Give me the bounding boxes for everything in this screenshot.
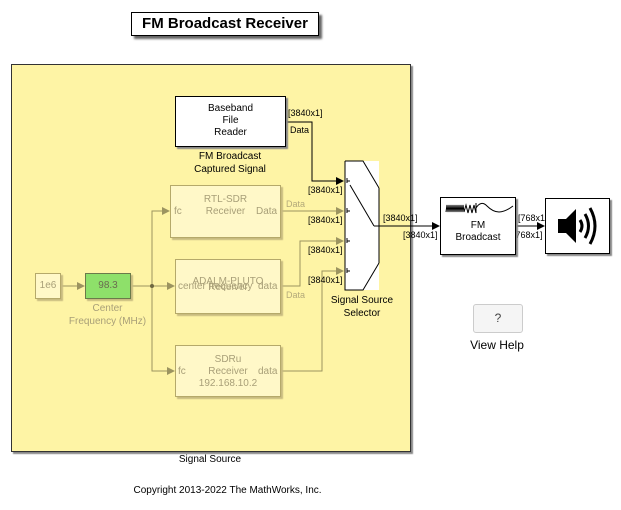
copyright-text: Copyright 2013-2022 The MathWorks, Inc. bbox=[133, 485, 322, 496]
dim-sel-out-top: [3840x1] bbox=[383, 213, 418, 223]
audio-device-block[interactable] bbox=[545, 198, 610, 254]
baseband-line-3: Reader bbox=[214, 127, 247, 138]
dim-fm-out-bottom: [768x1] bbox=[513, 230, 543, 240]
selector-caption: Signal Source Selector bbox=[330, 295, 394, 319]
rtl-line-1: RTL-SDR bbox=[203, 194, 248, 205]
dim-sel-in3: [3840x1] bbox=[308, 245, 343, 255]
rtl-signal-name: Data bbox=[286, 199, 306, 209]
dim-sel-in1: [3840x1] bbox=[308, 185, 343, 195]
dim-baseband-out: [3840x1] bbox=[288, 108, 323, 118]
fm-waveform-icon bbox=[445, 202, 514, 214]
center-frequency-block[interactable]: 98.3 bbox=[85, 273, 131, 299]
dim-sel-in2: [3840x1] bbox=[308, 215, 343, 225]
gain-constant-block[interactable]: 1e6 bbox=[35, 273, 61, 299]
dim-fm-out-top: [768x1] bbox=[518, 213, 548, 223]
signal-lines bbox=[61, 121, 545, 375]
baseband-line-1: Baseband bbox=[207, 103, 254, 114]
sdru-line-3: 192.168.10.2 bbox=[198, 378, 258, 389]
baseband-line-2: File bbox=[222, 115, 239, 126]
view-help-caption: View Help bbox=[470, 338, 524, 352]
center-frequency-caption: Center Frequency (MHz) bbox=[68, 303, 147, 327]
baseband-caption: FM Broadcast Captured Signal bbox=[194, 151, 266, 175]
fm-line-1: FM bbox=[470, 220, 486, 231]
baseband-signal-name: Data bbox=[290, 125, 310, 135]
dim-sel-out-bottom: [3840x1] bbox=[403, 230, 438, 240]
signal-source-selector[interactable] bbox=[344, 160, 380, 291]
pluto-in-port: center frequency bbox=[178, 281, 253, 292]
sdru-in-port: fc bbox=[178, 366, 186, 377]
branch-point bbox=[150, 284, 154, 288]
fm-line-2: Broadcast bbox=[455, 232, 501, 243]
speaker-icon bbox=[558, 207, 597, 245]
rtl-in-port: fc bbox=[174, 206, 182, 217]
wire-branch-sdru bbox=[151, 286, 175, 375]
pluto-signal-name: Data bbox=[286, 290, 306, 300]
sdru-out-port: data bbox=[258, 366, 278, 377]
rtl-out-port: Data bbox=[256, 206, 278, 217]
wire-branch-rtl bbox=[151, 207, 170, 286]
fm-broadcast-block[interactable]: FM Broadcast bbox=[440, 197, 516, 255]
view-help-button[interactable]: ? bbox=[473, 304, 523, 333]
pluto-out-port: data bbox=[258, 281, 278, 292]
baseband-file-reader-block[interactable]: Baseband File Reader bbox=[175, 96, 286, 147]
sdru-line-1: SDRu bbox=[214, 354, 242, 365]
dim-sel-in4: [3840x1] bbox=[308, 275, 343, 285]
